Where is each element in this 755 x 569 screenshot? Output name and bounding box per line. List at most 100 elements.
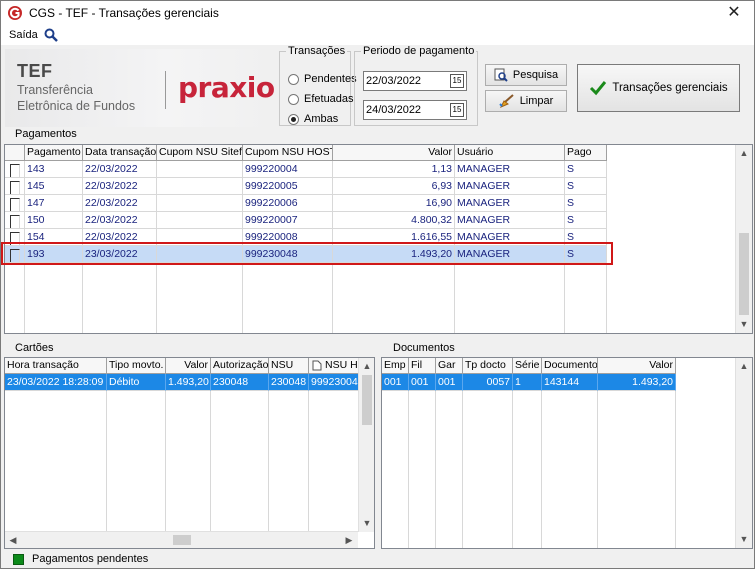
table-row[interactable]: 147 22/03/2022 999220006 16,90 MANAGER S	[5, 195, 607, 212]
tef-heading: TEF	[17, 61, 53, 81]
col-header-nsu-host[interactable]: Cupom NSU HOST	[243, 145, 333, 161]
manage-transactions-label: Transações gerenciais	[612, 82, 728, 94]
col-header-series[interactable]: Série	[513, 358, 542, 374]
col-header-value[interactable]: Valor	[166, 358, 211, 374]
col-header-doc-type[interactable]: Tp docto	[463, 358, 513, 374]
cell-garage: 001	[436, 374, 463, 391]
cards-vscrollbar[interactable]: ▲ ▼	[358, 358, 374, 532]
cell-nsu-host: 999220005	[243, 178, 333, 195]
cell-paid: S	[565, 161, 607, 178]
cell-nsu-host: 999230048	[309, 374, 359, 391]
clear-button-label: Limpar	[519, 95, 554, 107]
grid-line	[675, 374, 676, 548]
col-header-nsu[interactable]: NSU	[269, 358, 309, 374]
row-checkbox-cell[interactable]	[5, 195, 25, 212]
col-header-branch[interactable]: Fil	[409, 358, 436, 374]
radio-button[interactable]	[288, 73, 299, 85]
date-from-field[interactable]: 22/03/2022 15	[363, 71, 467, 91]
col-header-nsu-host-label: NSU H	[325, 359, 358, 371]
radio-both[interactable]: Ambas	[288, 113, 338, 125]
scroll-left-icon[interactable]: ◀	[5, 532, 21, 548]
col-header-time[interactable]: Hora transação	[5, 358, 107, 374]
radio-button[interactable]	[288, 113, 299, 125]
cards-grid: Hora transação Tipo movto. Valor Autoriz…	[4, 357, 375, 549]
calendar-icon[interactable]: 15	[450, 74, 464, 88]
col-header-payment[interactable]: Pagamento	[25, 145, 83, 161]
cell-nsu-host: 999220007	[243, 212, 333, 229]
cell-user: MANAGER	[455, 178, 565, 195]
documents-label: Documentos	[393, 342, 455, 354]
cell-doc-type: 0057	[463, 374, 513, 391]
col-header-nsu-sitef[interactable]: Cupom NSU Sitef	[157, 145, 243, 161]
row-checkbox-cell[interactable]	[5, 212, 25, 229]
cell-series: 1	[513, 374, 542, 391]
cell-company: 001	[382, 374, 409, 391]
scroll-thumb[interactable]	[739, 233, 749, 315]
scroll-down-icon[interactable]: ▼	[359, 515, 374, 531]
cell-value: 1.493,20	[166, 374, 211, 391]
cell-payment: 145	[25, 178, 83, 195]
table-row-selected[interactable]: 001 001 001 0057 1 143144 1.493,20	[382, 374, 676, 391]
radio-label: Pendentes	[304, 73, 357, 85]
col-header-movement-type[interactable]: Tipo movto.	[107, 358, 166, 374]
documents-vscrollbar[interactable]: ▲ ▼	[735, 358, 752, 548]
cell-nsu-host: 999220006	[243, 195, 333, 212]
row-checkbox[interactable]	[9, 198, 20, 211]
scroll-down-icon[interactable]: ▼	[736, 531, 752, 547]
search-button[interactable]: Pesquisa	[485, 64, 567, 86]
cell-payment: 143	[25, 161, 83, 178]
search-button-label: Pesquisa	[512, 69, 559, 81]
row-checkbox-cell[interactable]	[5, 161, 25, 178]
tef-subtitle-1: Transferência	[17, 83, 93, 97]
row-checkbox[interactable]	[9, 181, 20, 194]
col-header-value[interactable]: Valor	[598, 358, 676, 374]
menu-exit[interactable]: Saída	[9, 29, 38, 41]
cell-movement-type: Débito	[107, 374, 166, 391]
col-header-paid[interactable]: Pago	[565, 145, 607, 161]
cards-hscrollbar[interactable]: ◀ ▶	[5, 531, 358, 548]
cell-payment: 147	[25, 195, 83, 212]
payments-vscrollbar[interactable]: ▲ ▼	[735, 145, 752, 333]
col-header-document[interactable]: Documento	[542, 358, 598, 374]
cell-paid: S	[565, 195, 607, 212]
broom-icon	[498, 94, 514, 108]
search-icon[interactable]	[44, 28, 58, 42]
col-header-authorization[interactable]: Autorização	[211, 358, 269, 374]
table-row[interactable]: 143 22/03/2022 999220004 1,13 MANAGER S	[5, 161, 607, 178]
cell-value: 16,90	[333, 195, 455, 212]
col-header-check[interactable]	[5, 145, 25, 161]
scroll-down-icon[interactable]: ▼	[736, 316, 752, 332]
cell-nsu-sitef	[157, 212, 243, 229]
table-row[interactable]: 150 22/03/2022 999220007 4.800,32 MANAGE…	[5, 212, 607, 229]
scroll-right-icon[interactable]: ▶	[341, 532, 357, 548]
scroll-up-icon[interactable]: ▲	[359, 358, 374, 374]
scroll-up-icon[interactable]: ▲	[736, 145, 752, 161]
radio-button[interactable]	[288, 93, 299, 105]
scroll-up-icon[interactable]: ▲	[736, 358, 752, 374]
date-to-field[interactable]: 24/03/2022 15	[363, 100, 467, 120]
magnifier-page-icon	[494, 68, 508, 82]
col-header-user[interactable]: Usuário	[455, 145, 565, 161]
table-row[interactable]: 145 22/03/2022 999220005 6,93 MANAGER S	[5, 178, 607, 195]
radio-completed[interactable]: Efetuadas	[288, 93, 354, 105]
col-header-nsu-host[interactable]: NSU H	[309, 358, 359, 374]
clear-button[interactable]: Limpar	[485, 90, 567, 112]
row-checkbox[interactable]	[9, 164, 20, 177]
grid-line	[268, 374, 269, 532]
scroll-thumb[interactable]	[362, 375, 372, 425]
col-header-date[interactable]: Data transação	[83, 145, 157, 161]
manage-transactions-button[interactable]: Transações gerenciais	[577, 64, 740, 112]
cell-nsu-sitef	[157, 195, 243, 212]
col-header-value[interactable]: Valor	[333, 145, 455, 161]
close-button[interactable]: ✕	[724, 3, 744, 23]
title-bar: CGS - TEF - Transações gerenciais ✕	[1, 1, 754, 25]
scroll-thumb[interactable]	[173, 535, 191, 545]
calendar-icon[interactable]: 15	[450, 103, 464, 117]
row-checkbox-cell[interactable]	[5, 178, 25, 195]
col-header-garage[interactable]: Gar	[436, 358, 463, 374]
table-row-selected[interactable]: 23/03/2022 18:28:09 Débito 1.493,20 2300…	[5, 374, 359, 391]
date-from-value: 22/03/2022	[366, 75, 422, 87]
col-header-company[interactable]: Emp	[382, 358, 409, 374]
row-checkbox[interactable]	[9, 215, 20, 228]
radio-pending[interactable]: Pendentes	[288, 73, 357, 85]
